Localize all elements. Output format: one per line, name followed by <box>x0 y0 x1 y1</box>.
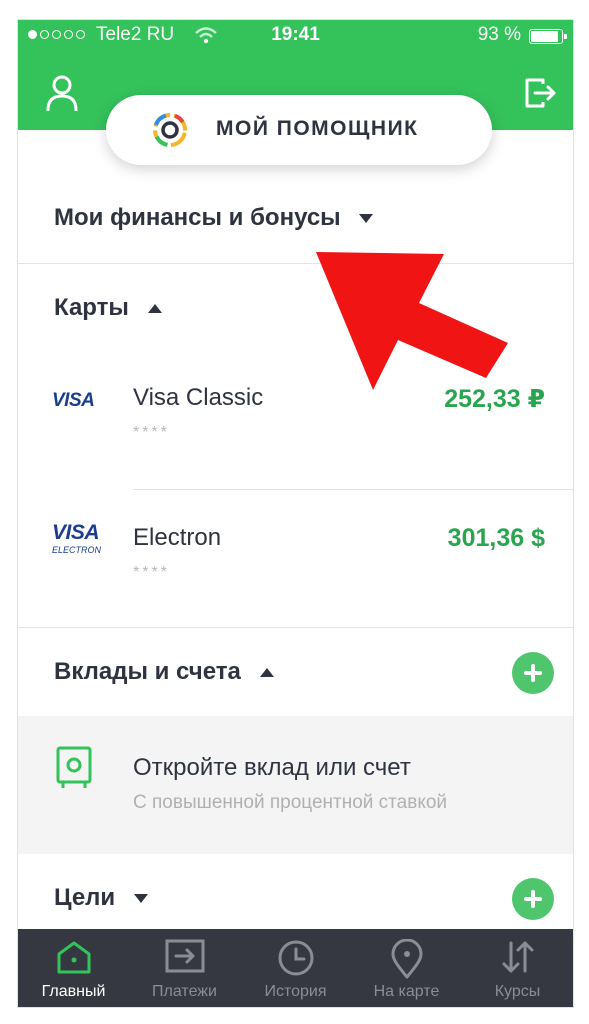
annotation-arrow <box>316 252 508 390</box>
app-screen: Tele2 RU 19:41 93 % МОЙ ПОМОЩНИК Мои фин… <box>18 20 573 1007</box>
